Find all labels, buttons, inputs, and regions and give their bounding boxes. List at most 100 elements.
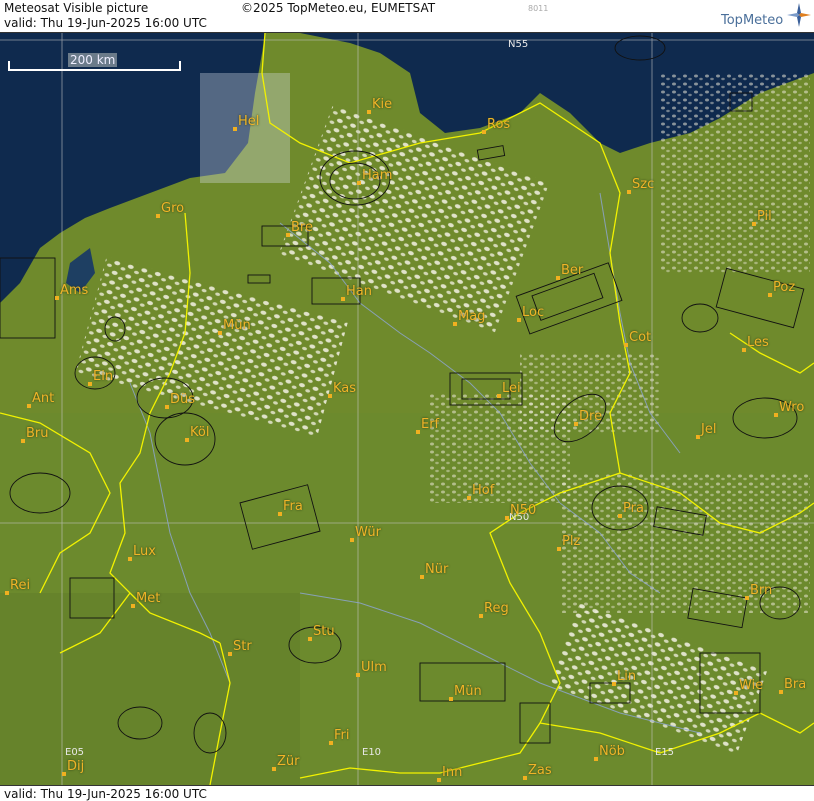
city-label: Lin <box>617 669 637 684</box>
city-dot-icon <box>88 382 92 386</box>
city-label: Mün <box>454 684 482 699</box>
city-dot-icon <box>128 557 132 561</box>
city-dot-icon <box>437 778 441 782</box>
city-dot-icon <box>328 394 332 398</box>
city-dot-icon <box>517 318 521 322</box>
city-label: Wür <box>355 525 381 540</box>
footer-valid-time: valid: Thu 19-Jun-2025 16:00 UTC <box>4 787 207 801</box>
graticule-label: E15 <box>655 747 675 758</box>
city-label: Inn <box>442 765 463 780</box>
city-label: Reg <box>484 601 509 616</box>
city-dot-icon <box>774 413 778 417</box>
city-label: Brn <box>750 583 773 598</box>
city-label: Kie <box>372 97 393 112</box>
city-dot-icon <box>420 575 424 579</box>
city-dot-icon <box>479 614 483 618</box>
city-label: Köl <box>190 425 210 440</box>
city-dot-icon <box>367 110 371 114</box>
city-label: Dre <box>579 409 603 424</box>
compass-star-icon <box>787 3 811 27</box>
city-dot-icon <box>745 596 749 600</box>
city-dot-icon <box>27 404 31 408</box>
city-label: Hel <box>238 114 260 129</box>
city-dot-icon <box>131 604 135 608</box>
city-label: Dij <box>67 759 85 774</box>
city-label: Hof <box>472 483 495 498</box>
city-dot-icon <box>156 214 160 218</box>
city-label: Pil <box>757 209 772 224</box>
city-dot-icon <box>742 348 746 352</box>
city-dot-icon <box>308 637 312 641</box>
graticule-label: N55 <box>508 39 529 50</box>
city-dot-icon <box>734 691 738 695</box>
city-dot-icon <box>505 516 509 520</box>
city-label: Plz <box>562 534 581 549</box>
city-label: Zas <box>528 763 552 778</box>
city-label: Düs <box>170 392 196 407</box>
city-label: Cot <box>629 330 652 345</box>
satellite-map <box>0 33 814 785</box>
city-label: Mag <box>458 309 486 324</box>
scale-label: 200 km <box>68 53 118 67</box>
city-label: Gro <box>161 201 185 216</box>
city-label: Fra <box>283 499 303 514</box>
city-dot-icon <box>557 547 561 551</box>
city-dot-icon <box>453 322 457 326</box>
city-label: Han <box>346 284 372 299</box>
city-label: Mün <box>223 318 251 333</box>
city-dot-icon <box>228 652 232 656</box>
city-label: Bra <box>784 677 807 692</box>
city-label: Poz <box>773 280 796 295</box>
city-dot-icon <box>574 422 578 426</box>
graticule-label: E10 <box>362 747 382 758</box>
city-dot-icon <box>449 697 453 701</box>
city-dot-icon <box>497 394 501 398</box>
city-label: Str <box>233 639 252 654</box>
city-label: Kas <box>333 381 357 396</box>
city-label: Lei <box>502 381 521 396</box>
city-label: Ant <box>32 391 55 406</box>
city-dot-icon <box>556 276 560 280</box>
city-dot-icon <box>627 190 631 194</box>
city-label: Ein <box>93 369 114 384</box>
city-label: Wro <box>779 400 805 415</box>
city-label: Bre <box>291 220 313 235</box>
city-label: Ham <box>362 168 393 183</box>
city-dot-icon <box>272 767 276 771</box>
city-dot-icon <box>768 293 772 297</box>
city-dot-icon <box>612 682 616 686</box>
city-label: N50 <box>510 503 537 518</box>
brand-logo[interactable]: TopMeteo <box>721 13 783 28</box>
city-label: Nür <box>425 562 449 577</box>
city-label: Nöb <box>599 744 625 759</box>
city-dot-icon <box>416 430 420 434</box>
city-label: Ams <box>60 283 89 298</box>
city-label: Ber <box>561 263 584 278</box>
city-dot-icon <box>341 297 345 301</box>
city-dot-icon <box>356 673 360 677</box>
valid-time: valid: Thu 19-Jun-2025 16:00 UTC <box>4 16 207 30</box>
city-dot-icon <box>523 776 527 780</box>
city-label: Rei <box>10 578 31 593</box>
city-label: Wie <box>739 678 764 693</box>
city-dot-icon <box>752 222 756 226</box>
graticule-label: E05 <box>65 747 85 758</box>
city-dot-icon <box>779 690 783 694</box>
footer-bar: valid: Thu 19-Jun-2025 16:00 UTC <box>0 785 814 801</box>
city-dot-icon <box>21 439 25 443</box>
city-dot-icon <box>5 591 9 595</box>
city-label: Fri <box>334 728 350 743</box>
copyright-text: ©2025 TopMeteo.eu, EUMETSAT <box>241 1 436 15</box>
city-label: Ros <box>487 117 511 132</box>
city-dot-icon <box>482 130 486 134</box>
city-dot-icon <box>165 405 169 409</box>
city-dot-icon <box>233 127 237 131</box>
city-dot-icon <box>55 296 59 300</box>
city-label: Pra <box>623 501 644 516</box>
city-dot-icon <box>350 538 354 542</box>
city-label: Bru <box>26 426 49 441</box>
city-label: Met <box>136 591 161 606</box>
city-dot-icon <box>624 343 628 347</box>
city-label: Les <box>747 335 769 350</box>
city-label: Szc <box>632 177 655 192</box>
